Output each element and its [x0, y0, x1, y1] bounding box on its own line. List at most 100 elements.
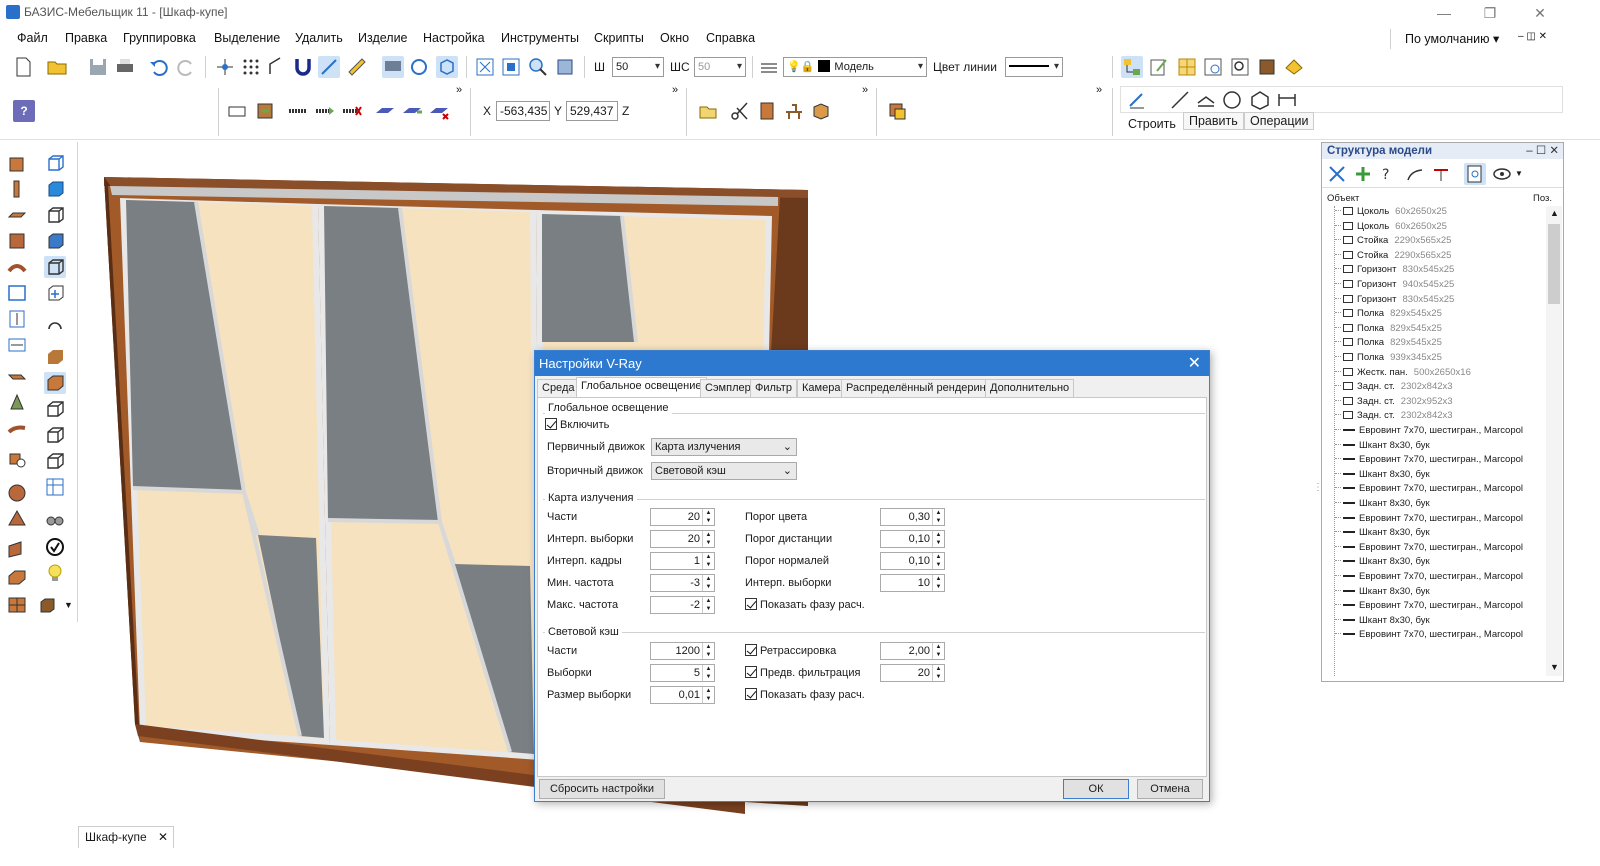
circle-icon[interactable] [1221, 89, 1243, 111]
redo-icon[interactable] [175, 56, 197, 78]
box-outline-icon[interactable] [44, 204, 66, 226]
irr-interp-samples-spinner[interactable]: 20 ▲ ▼ [650, 530, 715, 548]
tree-item[interactable]: Шкант 8x30, бук [1335, 469, 1436, 484]
y-coord-input[interactable]: 529,437 [566, 101, 618, 121]
cube-outline-icon[interactable] [44, 398, 66, 420]
toolbar-overflow2-icon[interactable]: » [672, 84, 678, 96]
table-icon[interactable] [783, 100, 805, 122]
box-selected-icon[interactable] [44, 256, 66, 278]
cube-edges-icon[interactable] [44, 450, 66, 472]
tree-item[interactable]: Жестк. пан. 500x2650x16 [1335, 367, 1471, 382]
tab-distributed-render[interactable]: Распределённый рендеринг [841, 379, 995, 397]
tree-item[interactable]: Шкант 8x30, бук [1335, 498, 1436, 513]
tree-item[interactable]: Полка 829x545x25 [1335, 323, 1442, 338]
materials-icon[interactable] [1256, 56, 1278, 78]
irr-interp-samples2-spinner[interactable]: 10 ▲ ▼ [880, 574, 945, 592]
menu-file[interactable]: Файл [17, 31, 48, 45]
lc-parts-spinner[interactable]: 1200 ▲ ▼ [650, 642, 715, 660]
tab-edit[interactable]: Править [1183, 112, 1244, 130]
tree-item[interactable]: Горизонт 830x545x25 [1335, 264, 1454, 279]
layer-select[interactable]: 💡🔒 Модель ▾ [783, 57, 927, 77]
tree-item[interactable]: Шкант 8x30, бук [1335, 615, 1436, 630]
irr-normal-thresh-spinner[interactable]: 0,10 ▲ ▼ [880, 552, 945, 570]
magnet-icon[interactable] [292, 56, 314, 78]
layers-icon[interactable] [758, 56, 780, 78]
panel-window-controls[interactable]: ‒ ☐ ✕ [1526, 143, 1559, 159]
edit-props-icon[interactable] [1148, 56, 1170, 78]
profile-icon[interactable] [6, 366, 28, 388]
render-icon[interactable] [1283, 56, 1305, 78]
folder-model-icon[interactable] [697, 100, 719, 122]
select-icon[interactable] [382, 56, 404, 78]
panel-add-icon[interactable] [1352, 163, 1374, 185]
tree-item[interactable]: Цоколь 60x2650x25 [1335, 221, 1447, 236]
lc-prefilter-spinner[interactable]: 20 ▲ ▼ [880, 664, 945, 682]
zoom-extents-icon[interactable] [474, 56, 496, 78]
primary-engine-select[interactable]: Карта излучения ⌄ [651, 438, 797, 456]
cabinet-icon[interactable] [756, 100, 778, 122]
irr-min-rate-spinner[interactable]: -3 ▲ ▼ [650, 574, 715, 592]
report-icon[interactable] [1202, 56, 1224, 78]
facade-icon[interactable] [6, 594, 28, 616]
toolbar-overflow4-icon[interactable]: » [1096, 84, 1102, 96]
preview-icon[interactable] [1229, 56, 1251, 78]
tab-environment[interactable]: Среда [537, 379, 580, 397]
tab-build[interactable]: Строить [1128, 117, 1176, 131]
bent-panel-icon[interactable] [6, 256, 28, 278]
lc-sample-size-spinner[interactable]: 0,01 ▲ ▼ [650, 686, 715, 704]
line-tool-icon[interactable] [318, 56, 340, 78]
tree-item[interactable]: Евровинт 7x70, шестигран., Marcopol [1335, 483, 1529, 498]
gi-enable-checkbox[interactable]: Включить [545, 418, 609, 432]
tree-item[interactable]: Евровинт 7x70, шестигран., Marcopol [1335, 629, 1529, 644]
lc-show-phase-checkbox[interactable]: Показать фазу расч. [745, 688, 865, 702]
horizontal-dim-icon[interactable] [6, 334, 28, 356]
array-icon[interactable] [6, 282, 28, 304]
sphere-icon[interactable] [6, 482, 28, 504]
menu-edit[interactable]: Правка [65, 31, 107, 45]
lc-retrace-spinner[interactable]: 2,00 ▲ ▼ [880, 642, 945, 660]
panel-remove-icon[interactable] [1430, 163, 1452, 185]
material-dropdown-icon[interactable] [38, 594, 60, 616]
drawer-icon[interactable] [6, 566, 28, 588]
tree-item[interactable]: Полка 829x545x25 [1335, 308, 1442, 323]
lc-prefilter-checkbox[interactable]: Предв. фильтрация [745, 666, 860, 680]
tree-item[interactable]: Шкант 8x30, бук [1335, 527, 1436, 542]
preset-dropdown[interactable]: По умолчанию ▾ [1405, 31, 1499, 46]
grid-panel-icon[interactable] [1176, 56, 1198, 78]
fastener-icon[interactable] [287, 100, 309, 122]
vertical-dim-icon[interactable] [6, 308, 28, 330]
close-tab-icon[interactable]: ✕ [158, 827, 168, 847]
ok-button[interactable]: ОК [1063, 779, 1129, 799]
tab-global-illumination[interactable]: Глобальное освещение [576, 377, 707, 398]
tab-sampler[interactable]: Сэмплер [700, 379, 756, 397]
tree-item[interactable]: Задн. ст. 2302x842x3 [1335, 410, 1453, 425]
open-folder-icon[interactable] [46, 56, 68, 78]
menu-tools[interactable]: Инструменты [501, 31, 579, 45]
scroll-down-icon[interactable]: ▼ [1550, 662, 1559, 672]
sweep-icon[interactable] [6, 418, 28, 440]
insert-panel-icon[interactable] [254, 100, 276, 122]
panel-tools-icon[interactable] [1326, 163, 1348, 185]
pyramid-icon[interactable] [6, 508, 28, 530]
build-icon[interactable] [1127, 89, 1149, 111]
box-wire-icon[interactable] [44, 152, 66, 174]
panel-visibility-chevron-down-icon[interactable]: ▼ [1515, 169, 1523, 178]
3d-view-icon[interactable] [436, 56, 458, 78]
assembly-icon[interactable] [886, 100, 908, 122]
tree-item[interactable]: Задн. ст. 2302x842x3 [1335, 381, 1453, 396]
shc-select[interactable]: 50 ▾ [694, 57, 746, 77]
tree-item[interactable]: Полка 829x545x25 [1335, 337, 1442, 352]
tree-item[interactable]: Шкант 8x30, бук [1335, 556, 1436, 571]
menu-delete[interactable]: Удалить [295, 31, 343, 45]
irr-color-thresh-spinner[interactable]: 0,30 ▲ ▼ [880, 508, 945, 526]
tree-item[interactable]: Горизонт 940x545x25 [1335, 279, 1454, 294]
check-circle-icon[interactable] [44, 536, 66, 558]
tab-operations[interactable]: Операции [1244, 112, 1315, 130]
hinge-panel-icon[interactable] [6, 538, 28, 560]
mdi-controls[interactable]: – ◫ ✕ [1518, 31, 1547, 42]
toolbar-overflow3-icon[interactable]: » [862, 84, 868, 96]
menu-product[interactable]: Изделие [358, 31, 408, 45]
undo-icon[interactable] [148, 56, 170, 78]
box-blue-icon[interactable] [44, 230, 66, 252]
irr-interp-frames-spinner[interactable]: 1 ▲ ▼ [650, 552, 715, 570]
